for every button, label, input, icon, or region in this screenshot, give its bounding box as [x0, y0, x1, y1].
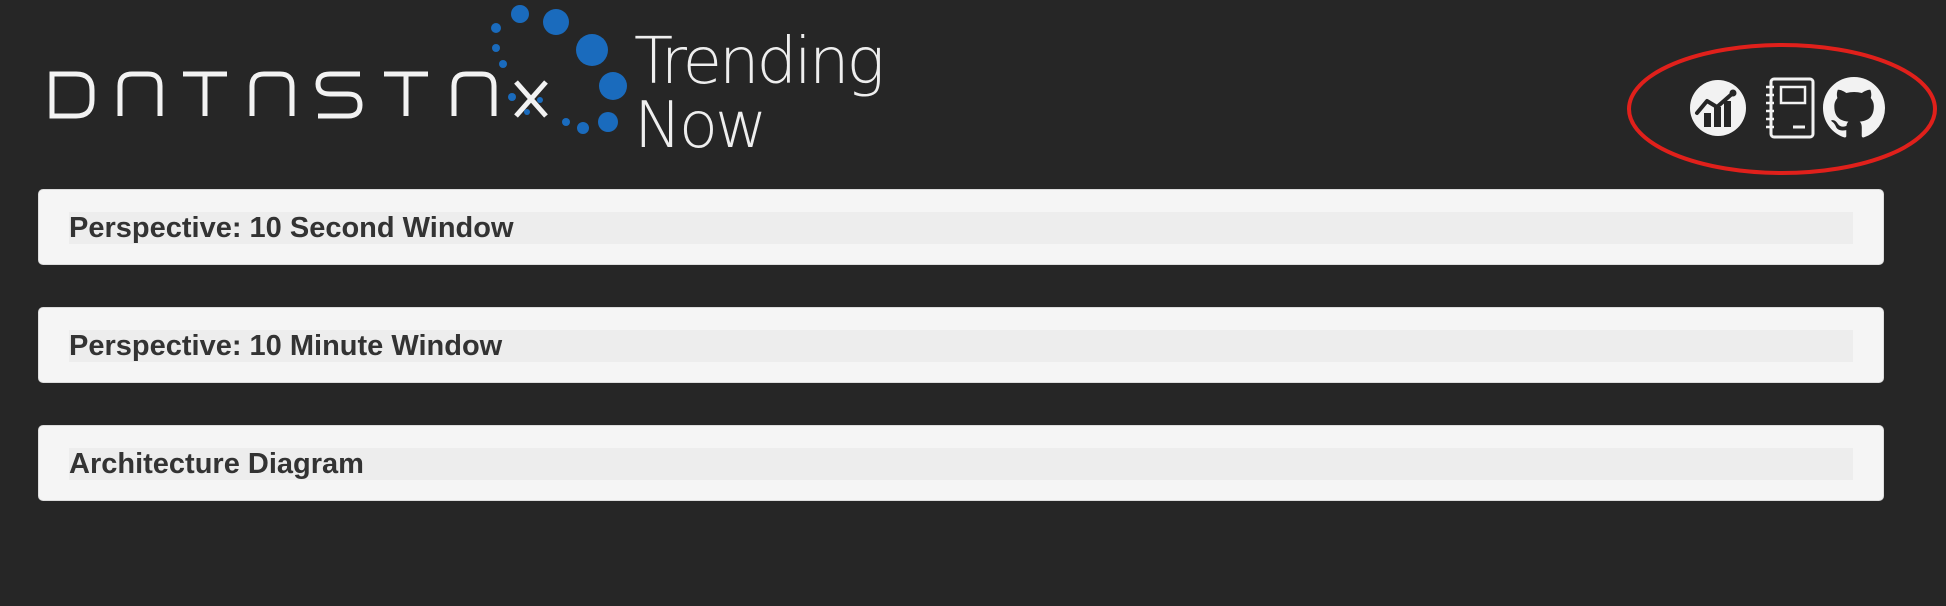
analytics-chart-icon [1690, 80, 1746, 136]
notebook-icon [1766, 77, 1815, 139]
toolbar [1625, 40, 1943, 178]
github-icon [1823, 77, 1885, 138]
panel-title: Perspective: 10 Minute Window [69, 330, 503, 362]
page: Trending Now Perspective: 10 Second Wind… [0, 0, 1946, 606]
brand-header: Trending Now [0, 0, 1000, 158]
github-button[interactable] [1823, 77, 1885, 139]
notebook-button[interactable] [1761, 77, 1823, 139]
logo-dots [491, 5, 627, 134]
panel-10-second-window[interactable]: Perspective: 10 Second Window [38, 189, 1884, 265]
panel-10-minute-window[interactable]: Perspective: 10 Minute Window [38, 307, 1884, 383]
analytics-button[interactable] [1687, 77, 1749, 139]
panel-architecture-diagram[interactable]: Architecture Diagram [38, 425, 1884, 501]
panel-title: Perspective: 10 Second Window [69, 212, 514, 244]
panel-title: Architecture Diagram [69, 448, 364, 480]
app-title: Trending Now [634, 25, 885, 163]
